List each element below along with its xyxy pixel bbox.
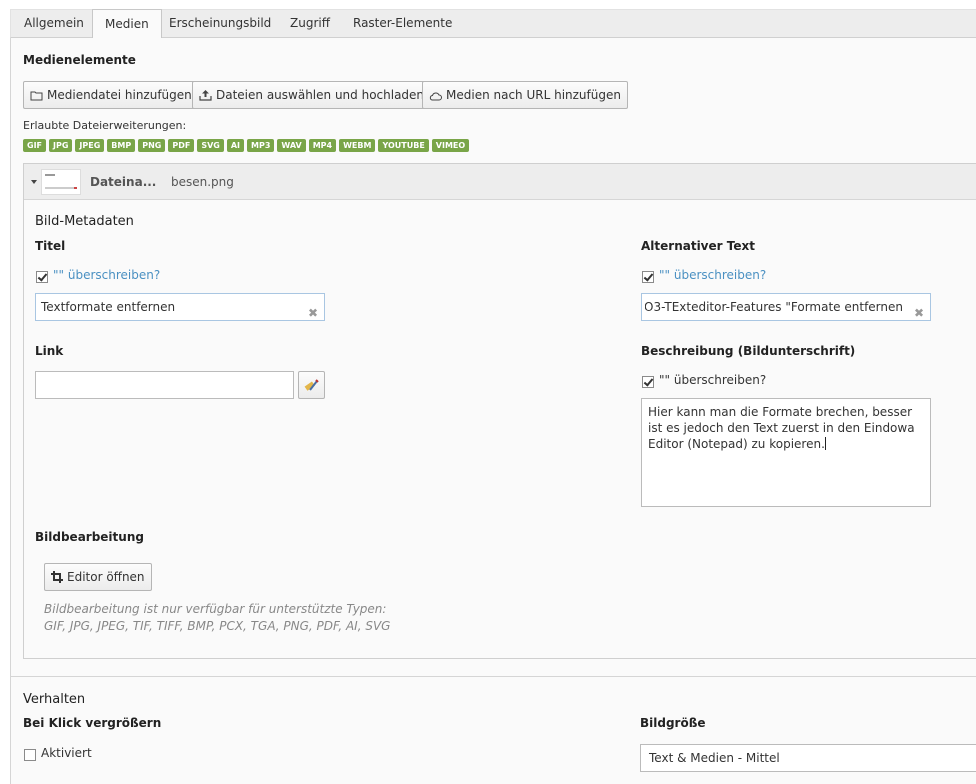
extension-badge: WAV: [277, 139, 306, 152]
upload-icon: [199, 90, 212, 101]
open-editor-label: Editor öffnen: [67, 570, 145, 584]
add-media-by-url-label: Medien nach URL hinzufügen: [446, 88, 621, 102]
alt-text-override-label: "" überschreiben?: [659, 268, 767, 282]
link-wizard-button[interactable]: [298, 371, 325, 399]
extension-badge: JPEG: [75, 139, 105, 152]
crop-icon: [51, 571, 63, 583]
folder-icon: [30, 91, 43, 101]
collapse-caret-icon[interactable]: [31, 180, 37, 184]
image-editing-help-line2: GIF, JPG, JPEG, TIF, TIFF, BMP, PCX, TGA…: [44, 619, 391, 633]
clear-alt-text-icon[interactable]: ✖: [914, 300, 924, 320]
extension-badge: PNG: [138, 139, 166, 152]
file-name: besen.png: [171, 175, 234, 189]
clear-title-icon[interactable]: ✖: [308, 300, 318, 320]
extension-badge: JPG: [49, 139, 73, 152]
extension-badge: YOUTUBE: [378, 139, 429, 152]
open-editor-button[interactable]: Editor öffnen: [44, 563, 152, 591]
image-size-select[interactable]: Text & Medien - Mittel: [640, 744, 976, 772]
link-input[interactable]: [35, 371, 294, 399]
text-cursor: [824, 437, 826, 450]
extension-badge: MP3: [247, 139, 275, 152]
tab-bar: Allgemein Medien Erscheinungsbild Zugrif…: [10, 9, 976, 40]
allowed-extensions-list: GIF JPG JPEG BMP PNG PDF SVG AI MP3 WAV MP4 WEBM YOU…: [23, 137, 472, 152]
image-editing-help-line1: Bildbearbeitung ist nur verfügbar für un…: [44, 602, 387, 616]
description-field-label: Beschreibung (Bildunterschrift): [641, 344, 856, 358]
extension-badge: SVG: [197, 139, 224, 152]
click-enlarge-activated-label: Aktiviert: [41, 746, 92, 760]
extension-badge: VIMEO: [431, 139, 470, 152]
title-field-label: Titel: [35, 239, 66, 253]
allowed-extensions-label: Erlaubte Dateierweiterungen:: [23, 119, 187, 132]
alt-text-override-checkbox[interactable]: [642, 271, 654, 283]
upload-files-label: Dateien auswählen und hochladen: [216, 88, 425, 102]
description-override-label: "" überschreiben?: [659, 373, 767, 387]
upload-files-button[interactable]: Dateien auswählen und hochladen: [192, 81, 432, 109]
media-section-title: Medienelemente: [23, 53, 136, 67]
extension-badge: BMP: [107, 139, 136, 152]
title-input[interactable]: Textformate entfernen ✖: [35, 293, 325, 321]
add-media-file-button[interactable]: Mediendatei hinzufügen: [23, 81, 199, 109]
description-override-checkbox[interactable]: [642, 376, 654, 388]
title-override-label: "" überschreiben?: [53, 268, 161, 282]
file-header[interactable]: Dateina... besen.png: [24, 164, 976, 200]
image-size-value: Text & Medien - Mittel: [649, 751, 780, 765]
title-input-value: Textformate entfernen: [41, 300, 176, 314]
description-textarea-value: Hier kann man die Formate brechen, besse…: [648, 405, 915, 451]
extension-badge: AI: [226, 139, 245, 152]
extension-badge: GIF: [23, 139, 47, 152]
title-override-checkbox[interactable]: [36, 271, 48, 283]
file-name-label: Dateina...: [90, 175, 157, 189]
add-media-file-label: Mediendatei hinzufügen: [47, 88, 192, 102]
alt-text-input-value: PO3-TExteditor-Features "Formate entfern…: [645, 300, 903, 314]
tab-medien[interactable]: Medien: [92, 9, 162, 40]
tab-erscheinungsbild[interactable]: Erscheinungsbild: [157, 10, 283, 38]
click-enlarge-checkbox[interactable]: [24, 749, 36, 761]
description-textarea[interactable]: Hier kann man die Formate brechen, besse…: [641, 398, 931, 507]
section-divider: [11, 676, 976, 677]
media-panel: Medienelemente Mediendatei hinzufügen Da…: [10, 38, 976, 784]
add-media-by-url-button[interactable]: Medien nach URL hinzufügen: [422, 81, 628, 109]
extension-badge: MP4: [308, 139, 337, 152]
cloud-icon: [429, 92, 442, 101]
tab-raster-elemente[interactable]: Raster-Elemente: [341, 10, 464, 38]
file-thumbnail: [41, 169, 81, 195]
tab-allgemein[interactable]: Allgemein: [12, 10, 96, 38]
behaviour-title: Verhalten: [23, 692, 86, 707]
alt-text-field-label: Alternativer Text: [641, 239, 755, 253]
extension-badge: WEBM: [339, 139, 376, 152]
link-field-label: Link: [35, 344, 64, 358]
media-file-item: Dateina... besen.png Bild-Metadaten Tite…: [23, 163, 976, 659]
metadata-title: Bild-Metadaten: [35, 214, 134, 229]
extension-badge: PDF: [168, 139, 195, 152]
link-wizard-icon: [304, 379, 319, 391]
image-size-label: Bildgröße: [640, 716, 706, 730]
image-editing-title: Bildbearbeitung: [35, 530, 144, 544]
click-enlarge-label: Bei Klick vergrößern: [23, 716, 162, 730]
tab-zugriff[interactable]: Zugriff: [278, 10, 342, 38]
alt-text-input[interactable]: PO3-TExteditor-Features "Formate entfern…: [641, 293, 931, 321]
